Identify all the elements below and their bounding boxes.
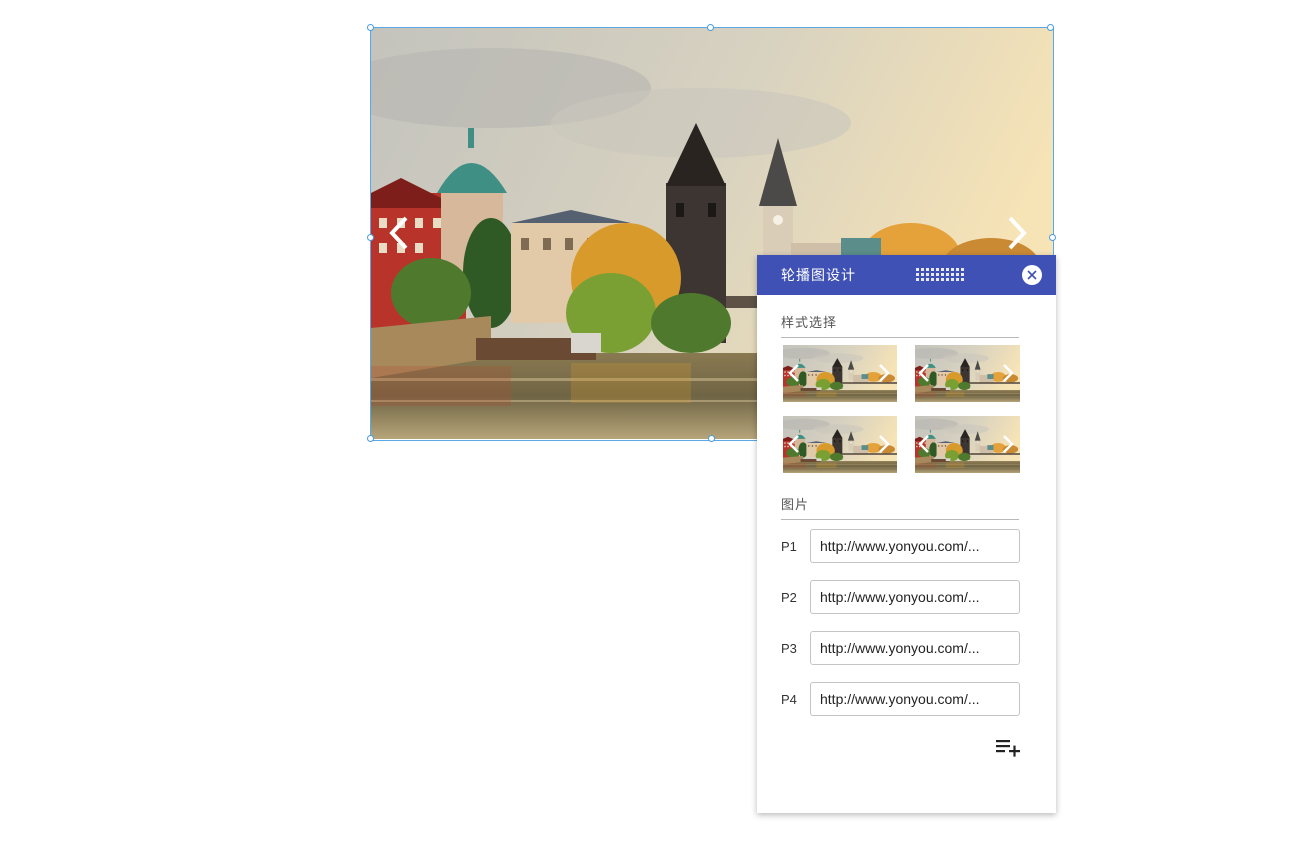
style-option-4[interactable] — [915, 416, 1020, 473]
style-option-3[interactable] — [783, 416, 897, 473]
close-icon — [1027, 270, 1037, 280]
picture-url-input[interactable] — [810, 580, 1020, 614]
chevron-right-icon — [879, 435, 890, 453]
resize-handle-top-right[interactable] — [1047, 24, 1054, 31]
picture-url-input[interactable] — [810, 631, 1020, 665]
resize-handle-top-left[interactable] — [367, 24, 374, 31]
chevron-left-icon — [918, 364, 929, 382]
chevron-left-icon — [389, 216, 408, 250]
chevron-left-icon — [788, 435, 799, 453]
resize-handle-bottom[interactable] — [708, 435, 715, 442]
resize-handle-left[interactable] — [367, 234, 374, 241]
picture-label: P2 — [781, 589, 797, 605]
carousel-prev-button[interactable] — [379, 213, 419, 253]
style-option-2[interactable] — [915, 345, 1020, 402]
picture-url-input[interactable] — [810, 682, 1020, 716]
resize-handle-right[interactable] — [1049, 234, 1056, 241]
chevron-right-icon — [1003, 364, 1014, 382]
close-button[interactable] — [1022, 265, 1042, 285]
chevron-right-icon — [1003, 435, 1014, 453]
picture-row-3: P3 — [781, 631, 1020, 665]
picture-row-2: P2 — [781, 580, 1020, 614]
picture-row-4: P4 — [781, 682, 1020, 716]
drag-grip-icon[interactable] — [916, 268, 966, 282]
picture-label: P1 — [781, 538, 797, 554]
chevron-right-icon — [1008, 216, 1027, 250]
picture-row-1: P1 — [781, 529, 1020, 563]
playlist-add-icon[interactable] — [996, 738, 1020, 758]
picture-label: P4 — [781, 691, 797, 707]
images-section-title: 图片 — [781, 494, 1019, 520]
carousel-design-panel: 轮播图设计 样式选择 图片 P1 http://www.yonyou.com/.… — [757, 255, 1056, 813]
carousel-next-button[interactable] — [997, 213, 1037, 253]
resize-handle-top[interactable] — [707, 24, 714, 31]
panel-header[interactable]: 轮播图设计 — [757, 255, 1056, 295]
picture-url-input[interactable] — [810, 529, 1020, 563]
chevron-right-icon — [879, 364, 890, 382]
chevron-left-icon — [788, 364, 799, 382]
panel-title: 轮播图设计 — [781, 267, 856, 283]
style-section-title: 样式选择 — [781, 312, 1019, 338]
resize-handle-bottom-left[interactable] — [367, 435, 374, 442]
style-option-1[interactable] — [783, 345, 897, 402]
chevron-left-icon — [918, 435, 929, 453]
picture-label: P3 — [781, 640, 797, 656]
